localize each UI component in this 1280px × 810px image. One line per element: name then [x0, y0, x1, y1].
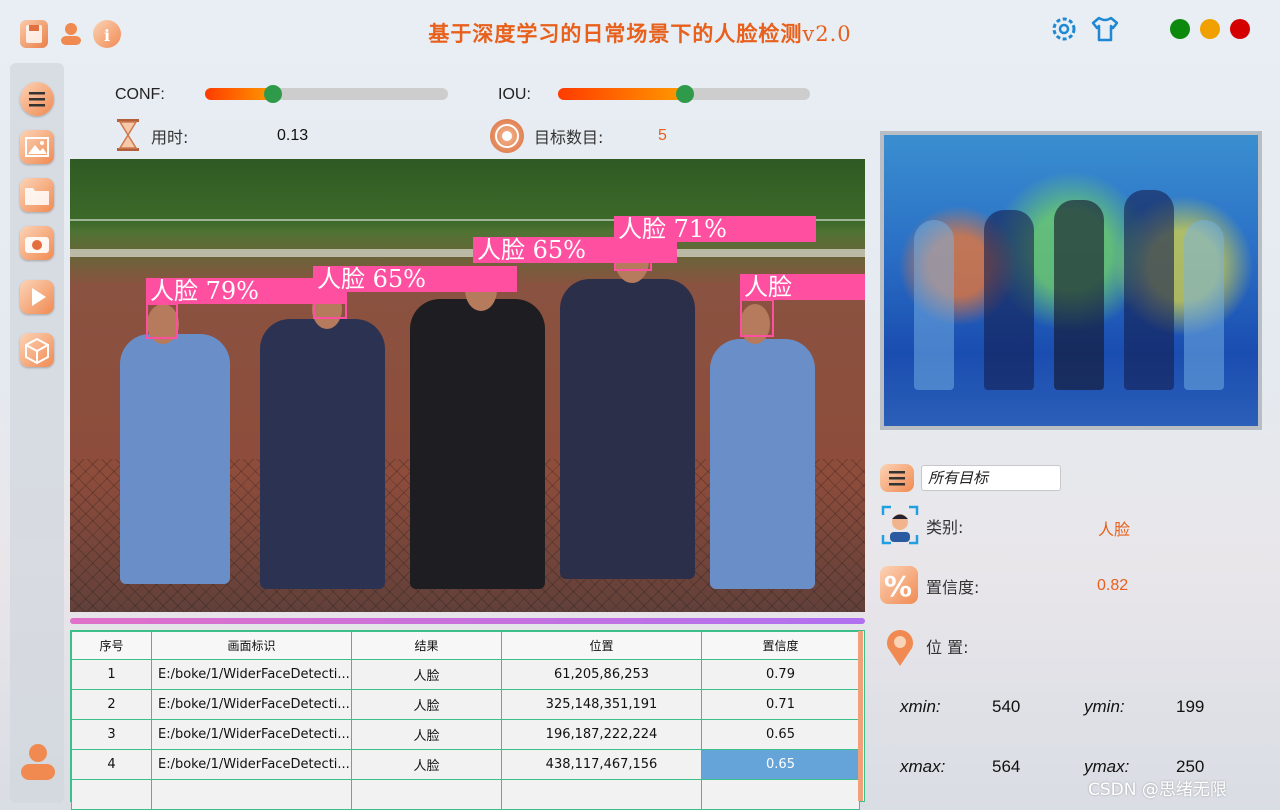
app-title: 基于深度学习的日常场景下的人脸检测v2.0 — [428, 21, 852, 46]
cell-confidence[interactable]: 0.79 — [701, 659, 860, 690]
cell-index[interactable]: 2 — [71, 689, 152, 720]
folder-icon[interactable] — [20, 178, 54, 212]
cell-source[interactable]: E:/boke/1/WiderFaceDetecti... — [151, 659, 352, 690]
table-row[interactable]: 4 E:/boke/1/WiderFaceDetecti... 人脸 438,1… — [71, 749, 860, 780]
ymin-label: ymin: — [1084, 697, 1125, 716]
col-header-source[interactable]: 画面标识 — [151, 631, 352, 660]
target-count-icon — [490, 119, 524, 153]
cell-position[interactable]: 325,148,351,191 — [501, 689, 702, 720]
face-box — [740, 299, 774, 337]
heatmap-image — [880, 131, 1262, 430]
cell-result[interactable] — [351, 779, 502, 810]
cell-index[interactable]: 4 — [71, 749, 152, 780]
results-table: 序号 画面标识 结果 位置 置信度 1 E:/boke/1/WiderFaceD… — [70, 630, 865, 810]
table-row[interactable] — [71, 779, 860, 810]
table-header-row: 序号 画面标识 结果 位置 置信度 — [71, 631, 860, 660]
time-label: 用时: — [151, 128, 189, 147]
model-cube-icon[interactable] — [20, 333, 54, 367]
target-count-value: 5 — [658, 127, 667, 144]
conf-slider-fill — [205, 88, 273, 100]
svg-text:%: % — [884, 570, 912, 603]
theme-shirt-icon[interactable] — [1090, 14, 1120, 44]
conf-slider[interactable] — [205, 85, 448, 103]
cell-position[interactable]: 438,117,467,156 — [501, 749, 702, 780]
col-header-position[interactable]: 位置 — [501, 631, 702, 660]
face-box — [146, 303, 178, 339]
target-count-label: 目标数目: — [534, 128, 604, 147]
conf-label: CONF: — [115, 86, 165, 103]
maximize-button[interactable] — [1170, 19, 1190, 39]
cell-position[interactable] — [501, 779, 702, 810]
face-scan-icon — [881, 505, 919, 545]
ymin-value: 199 — [1176, 697, 1205, 716]
location-pin-icon — [881, 626, 919, 668]
xmin-label: xmin: — [900, 697, 941, 716]
face-box — [614, 241, 652, 271]
image-icon[interactable] — [20, 130, 54, 164]
iou-label: IOU: — [498, 86, 531, 103]
cell-index[interactable]: 1 — [71, 659, 152, 690]
table-scrollbar[interactable] — [858, 631, 863, 801]
col-header-index[interactable]: 序号 — [71, 631, 152, 660]
time-value: 0.13 — [277, 127, 309, 144]
xmax-label: xmax: — [900, 757, 946, 776]
video-play-icon[interactable] — [20, 280, 54, 314]
conf-slider-handle[interactable] — [264, 85, 282, 103]
cell-confidence[interactable]: 0.65 — [701, 719, 860, 750]
col-header-confidence[interactable]: 置信度 — [701, 631, 860, 660]
ymax-value: 250 — [1176, 757, 1205, 776]
cell-source[interactable]: E:/boke/1/WiderFaceDetecti... — [151, 719, 352, 750]
cell-source[interactable]: E:/boke/1/WiderFaceDetecti... — [151, 689, 352, 720]
xmin-value: 540 — [992, 697, 1021, 716]
iou-slider[interactable] — [558, 85, 810, 103]
cell-confidence-selected[interactable]: 0.65 — [701, 749, 860, 780]
class-value: 人脸 — [1098, 520, 1131, 539]
confidence-label: 置信度: — [926, 578, 980, 597]
cell-source[interactable] — [151, 779, 352, 810]
col-header-result[interactable]: 结果 — [351, 631, 502, 660]
cell-source[interactable]: E:/boke/1/WiderFaceDetecti... — [151, 749, 352, 780]
watermark: CSDN @思绪无限 — [1088, 780, 1227, 800]
sidebar — [10, 63, 64, 803]
position-label: 位 置: — [926, 638, 969, 657]
xmax-value: 564 — [992, 757, 1021, 776]
cell-confidence[interactable] — [701, 779, 860, 810]
ymax-label: ymax: — [1084, 757, 1130, 776]
face-tag: 人脸 71% — [614, 216, 816, 242]
cell-index[interactable] — [71, 779, 152, 810]
detection-image: 人脸 79% 人脸 65% 人脸 65% 人脸 71% 人脸 — [70, 159, 865, 612]
menu-list-icon[interactable] — [20, 82, 54, 116]
cell-position[interactable]: 61,205,86,253 — [501, 659, 702, 690]
minimize-button[interactable] — [1200, 19, 1220, 39]
face-tag: 人脸 — [740, 274, 865, 300]
table-row[interactable]: 2 E:/boke/1/WiderFaceDetecti... 人脸 325,1… — [71, 689, 860, 720]
cell-index[interactable]: 3 — [71, 719, 152, 750]
face-tag: 人脸 65% — [313, 266, 517, 292]
class-label: 类别: — [926, 518, 964, 537]
close-button[interactable] — [1230, 19, 1250, 39]
percent-icon: % — [880, 566, 918, 604]
target-select[interactable]: 所有目标 — [921, 465, 1061, 491]
iou-slider-handle[interactable] — [676, 85, 694, 103]
table-row[interactable]: 1 E:/boke/1/WiderFaceDetecti... 人脸 61,20… — [71, 659, 860, 690]
cell-result[interactable]: 人脸 — [351, 719, 502, 750]
confidence-value: 0.82 — [1097, 577, 1129, 594]
hourglass-icon — [114, 117, 142, 153]
target-menu-icon[interactable] — [880, 464, 914, 492]
iou-slider-fill — [558, 88, 685, 100]
cell-position[interactable]: 196,187,222,224 — [501, 719, 702, 750]
cell-result[interactable]: 人脸 — [351, 749, 502, 780]
table-row[interactable]: 3 E:/boke/1/WiderFaceDetecti... 人脸 196,1… — [71, 719, 860, 750]
cell-result[interactable]: 人脸 — [351, 659, 502, 690]
user-account-icon[interactable] — [18, 740, 58, 784]
cell-confidence[interactable]: 0.71 — [701, 689, 860, 720]
progress-bar — [70, 618, 865, 624]
settings-icon[interactable] — [1049, 14, 1079, 44]
cell-result[interactable]: 人脸 — [351, 689, 502, 720]
camera-icon[interactable] — [20, 226, 54, 260]
